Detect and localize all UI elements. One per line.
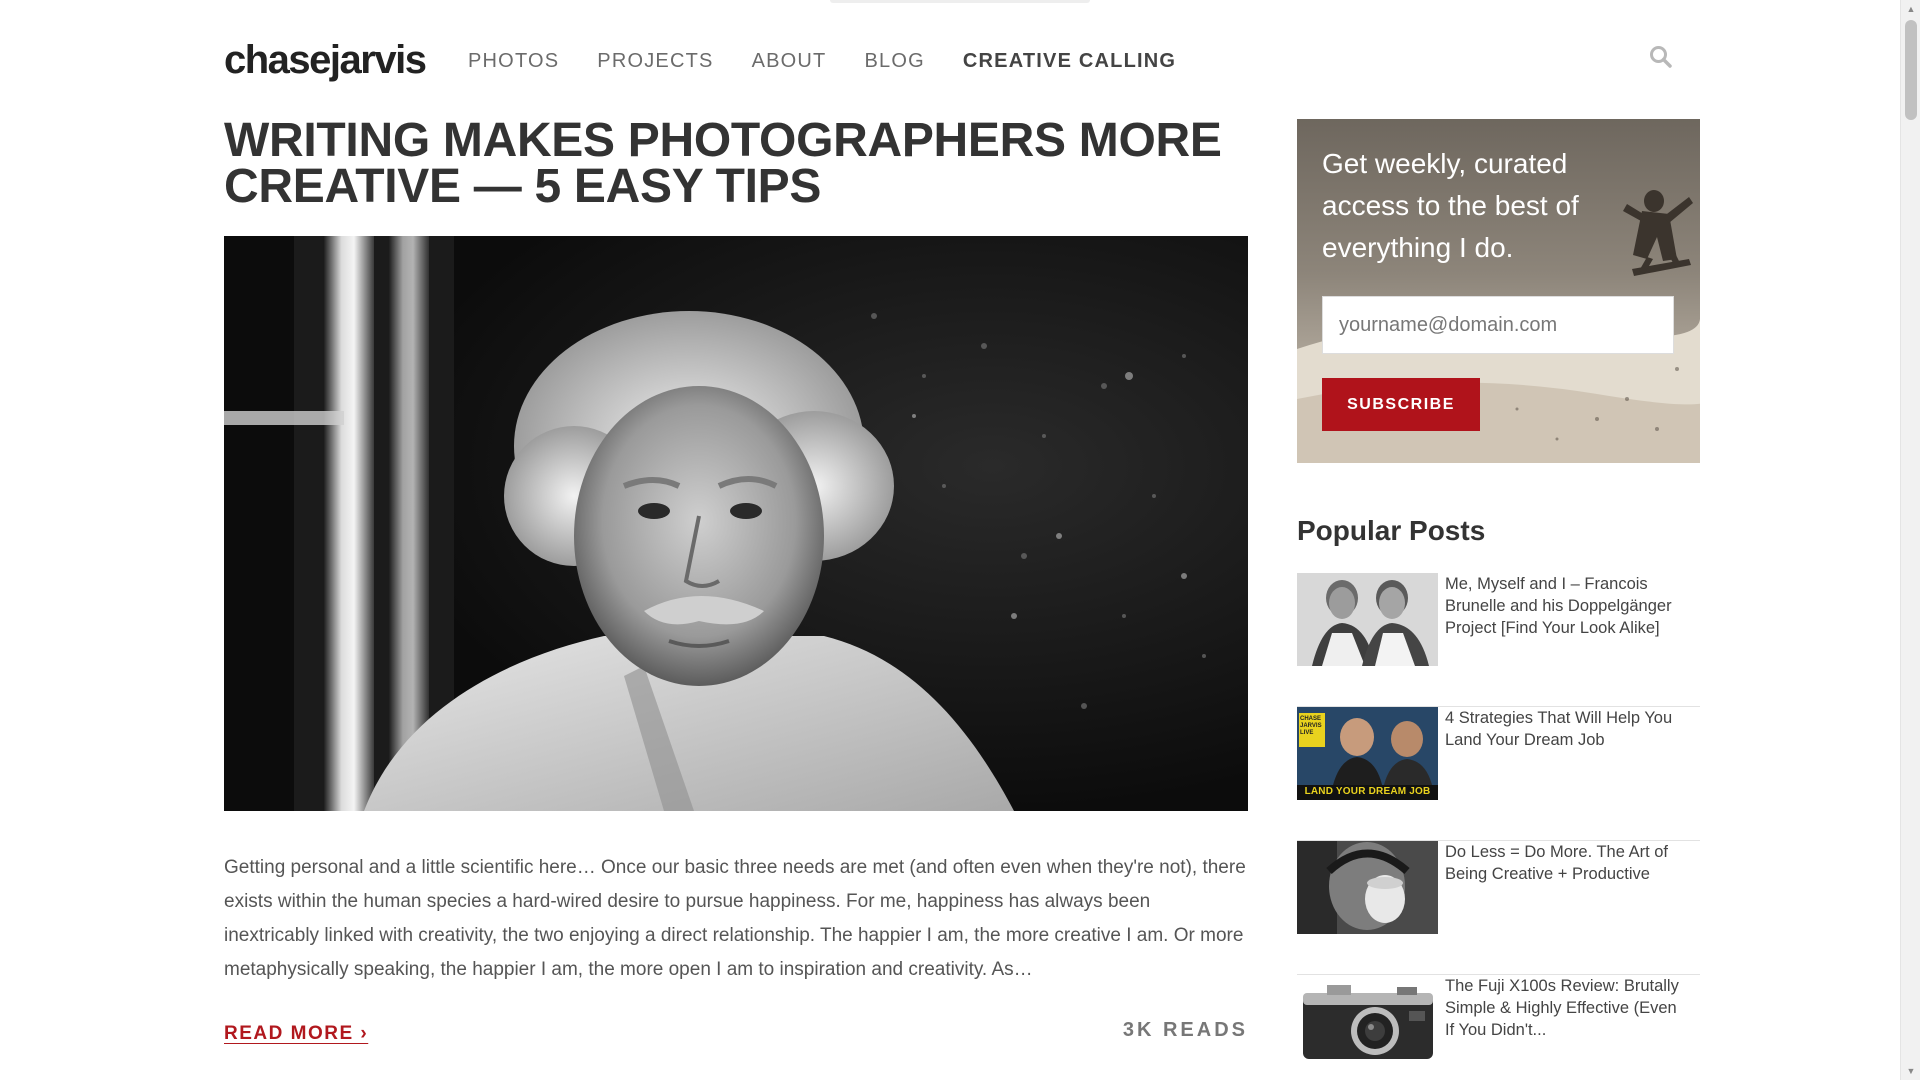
popular-post-title[interactable]: The Fuji X100s Review: Brutally Simple &… (1445, 975, 1685, 1041)
read-more-link[interactable]: READ MORE › (224, 1023, 368, 1045)
popular-post-item[interactable]: The Fuji X100s Review: Brutally Simple &… (1297, 975, 1700, 1080)
post-title[interactable]: WRITING MAKES PHOTOGRAPHERS MORE CREATIV… (224, 117, 1248, 211)
newsletter-signup: Get weekly, curated access to the best o… (1297, 119, 1700, 463)
popular-post-item[interactable]: CHASE JARVIS LIVE LAND YOUR DREAM JOB 4 … (1297, 707, 1700, 841)
hero-image[interactable] (224, 236, 1248, 811)
thumbnail-badge: CHASE JARVIS LIVE (1300, 716, 1322, 736)
popular-post-title[interactable]: 4 Strategies That Will Help You Land You… (1445, 707, 1685, 751)
top-hairline (830, 0, 1090, 3)
signup-text: Get weekly, curated access to the best o… (1322, 148, 1579, 263)
read-count: 3K READS (1122, 1019, 1248, 1041)
post-excerpt: Getting personal and a little scientific… (224, 857, 1246, 980)
nav-blog[interactable]: BLOG (864, 49, 924, 73)
page-scrollbar[interactable]: ▲ ▼ (1900, 0, 1920, 1080)
search-icon[interactable] (1648, 44, 1674, 70)
email-field[interactable] (1322, 296, 1674, 354)
sidebar: Get weekly, curated access to the best o… (1297, 119, 1700, 1080)
popular-post-title[interactable]: Do Less = Do More. The Art of Being Crea… (1445, 841, 1685, 885)
nav-photos[interactable]: PHOTOS (468, 49, 559, 73)
thumbnail-caption: LAND YOUR DREAM JOB (1304, 786, 1431, 797)
popular-post-thumbnail[interactable] (1297, 841, 1438, 934)
popular-post-thumbnail[interactable]: CHASE JARVIS LIVE LAND YOUR DREAM JOB (1297, 707, 1438, 800)
main-nav: PHOTOS PROJECTS ABOUT BLOG CREATIVE CALL… (468, 49, 1214, 73)
popular-post-item[interactable]: Do Less = Do More. The Art of Being Crea… (1297, 841, 1700, 975)
popular-posts-list: Me, Myself and I – Francois Brunelle and… (1297, 573, 1700, 1080)
main-content: WRITING MAKES PHOTOGRAPHERS MORE CREATIV… (224, 117, 1248, 1047)
popular-post-title[interactable]: Me, Myself and I – Francois Brunelle and… (1445, 573, 1685, 639)
popular-posts-heading: Popular Posts (1297, 515, 1486, 546)
scroll-up-arrow-icon[interactable]: ▲ (1901, 0, 1920, 18)
nav-creative-calling[interactable]: CREATIVE CALLING (963, 49, 1176, 73)
scroll-down-arrow-icon[interactable]: ▼ (1901, 1062, 1920, 1080)
scrollbar-thumb[interactable] (1905, 20, 1917, 120)
popular-post-thumbnail[interactable] (1297, 573, 1438, 666)
site-header: chasejarvis PHOTOS PROJECTS ABOUT BLOG C… (224, 38, 1684, 86)
nav-projects[interactable]: PROJECTS (597, 49, 713, 73)
popular-post-thumbnail[interactable] (1297, 975, 1438, 1068)
post-footer: READ MORE › 3K READS (224, 1017, 1248, 1047)
site-logo[interactable]: chasejarvis (224, 38, 427, 82)
nav-about[interactable]: ABOUT (752, 49, 827, 73)
popular-post-item[interactable]: Me, Myself and I – Francois Brunelle and… (1297, 573, 1700, 707)
subscribe-button[interactable]: SUBSCRIBE (1322, 378, 1480, 431)
